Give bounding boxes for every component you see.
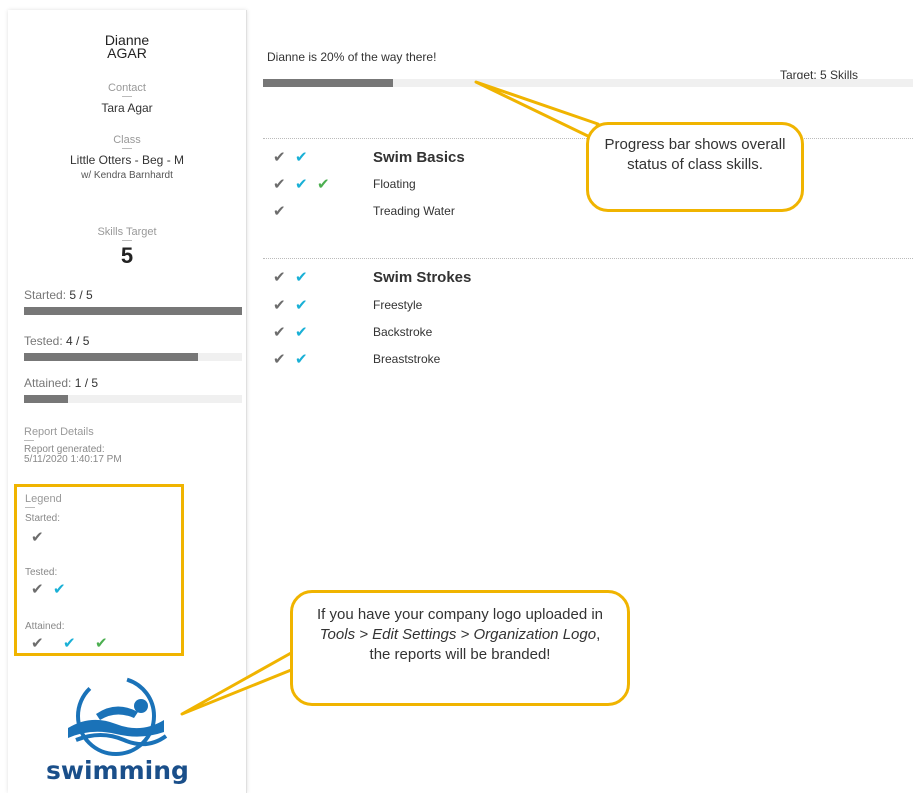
logo-callout: If you have your company logo uploaded i… xyxy=(290,590,630,706)
progress-callout-text: Progress bar shows overall status of cla… xyxy=(604,136,786,173)
logo-callout-path: Tools > Edit Settings > Organization Log… xyxy=(319,626,597,643)
logo-callout-text: If you have your company logo uploaded i… xyxy=(316,606,604,623)
progress-callout: Progress bar shows overall status of cla… xyxy=(586,122,804,212)
